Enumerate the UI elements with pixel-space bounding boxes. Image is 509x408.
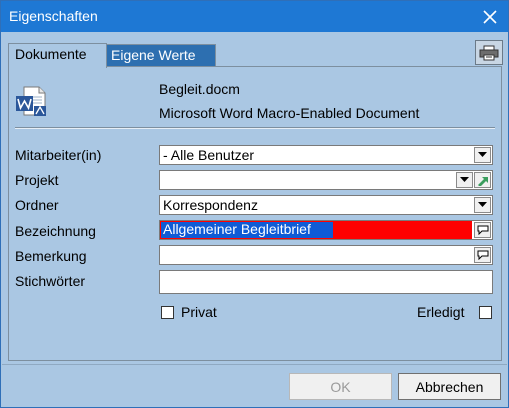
bemerkung-input[interactable] — [159, 245, 493, 265]
tab-eigene-werte-label: Eigene Werte — [111, 47, 196, 63]
close-button[interactable] — [472, 1, 508, 32]
speech-bubble-icon — [477, 250, 488, 260]
tab-dokumente-label: Dokumente — [15, 46, 87, 62]
erledigt-checkbox[interactable] — [479, 306, 492, 319]
privat-label: Privat — [181, 304, 217, 320]
chevron-down-icon — [460, 177, 469, 182]
ordner-label: Ordner — [15, 197, 59, 213]
projekt-open-button[interactable] — [474, 172, 491, 188]
ok-label: OK — [330, 378, 351, 395]
file-type: Microsoft Word Macro-Enabled Document — [159, 105, 420, 121]
bezeichnung-highlight: Allgemeiner Begleitbrief — [160, 221, 472, 239]
projekt-label: Projekt — [15, 172, 59, 188]
mitarbeiter-select[interactable]: - Alle Benutzer — [159, 145, 493, 165]
bezeichnung-input[interactable]: Allgemeiner Begleitbrief — [159, 220, 493, 240]
privat-checkbox[interactable] — [161, 306, 174, 319]
tab-dokumente[interactable]: Dokumente — [8, 43, 107, 68]
projekt-select[interactable] — [159, 170, 493, 190]
tab-eigene-werte[interactable]: Eigene Werte — [104, 44, 216, 67]
bemerkung-comment-button[interactable] — [474, 247, 491, 263]
mitarbeiter-value: - Alle Benutzer — [163, 147, 255, 163]
bezeichnung-value: Allgemeiner Begleitbrief — [163, 221, 311, 237]
ordner-select[interactable]: Korrespondenz — [159, 195, 493, 215]
window-title: Eigenschaften — [9, 8, 98, 24]
arrow-icon — [477, 177, 488, 186]
file-name: Begleit.docm — [159, 81, 240, 97]
bezeichnung-label: Bezeichnung — [15, 223, 96, 239]
bezeichnung-comment-button[interactable] — [474, 222, 491, 238]
speech-bubble-icon — [477, 225, 488, 235]
stichwoerter-label: Stichwörter — [15, 273, 86, 289]
mitarbeiter-label: Mitarbeiter(in) — [15, 147, 102, 163]
bemerkung-label: Bemerkung — [15, 248, 87, 264]
ordner-dropdown-button[interactable] — [474, 197, 491, 213]
cancel-button[interactable]: Abbrechen — [398, 373, 501, 400]
chevron-down-icon — [478, 152, 487, 157]
projekt-dropdown-button[interactable] — [456, 172, 473, 188]
chevron-down-icon — [478, 202, 487, 207]
erledigt-label: Erledigt — [417, 304, 465, 320]
stichwoerter-input[interactable] — [159, 270, 493, 294]
mitarbeiter-dropdown-button[interactable] — [474, 147, 491, 163]
separator — [15, 127, 495, 129]
footer-separator — [2, 364, 507, 365]
title-bar[interactable]: Eigenschaften — [1, 1, 508, 32]
properties-dialog: Eigenschaften Dokumente Eigene Werte Beg… — [0, 0, 509, 408]
close-icon — [483, 9, 497, 24]
print-button[interactable] — [475, 40, 503, 65]
ordner-value: Korrespondenz — [163, 197, 258, 213]
ok-button[interactable]: OK — [289, 373, 392, 400]
printer-icon — [479, 45, 499, 60]
cancel-label: Abbrechen — [415, 378, 484, 395]
word-document-icon — [16, 86, 46, 116]
